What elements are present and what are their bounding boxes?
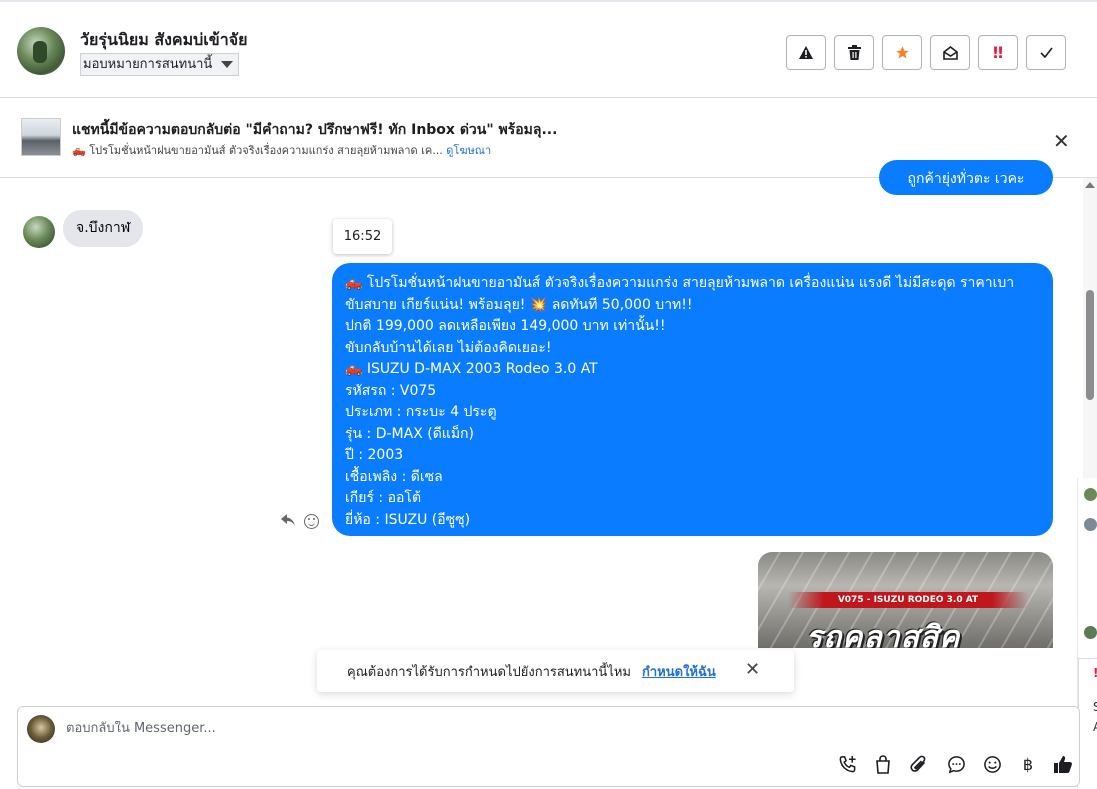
add-call-icon[interactable]	[836, 753, 858, 775]
emoji-icon[interactable]	[981, 753, 1003, 775]
side-letter: A	[1093, 717, 1097, 737]
assign-conversation-dropdown[interactable]: มอบหมายการสนทนานี้	[80, 53, 240, 76]
page-avatar	[27, 715, 55, 743]
attachment-icon[interactable]	[908, 753, 930, 775]
message-line: ประเภท : กระบะ 4 ประตู	[345, 404, 497, 420]
image-attachment[interactable]: V075 - ISUZU RODEO 3.0 AT รถคลาสสิค	[758, 552, 1053, 648]
side-letter: S	[1093, 700, 1097, 714]
image-banner-text: V075 - ISUZU RODEO 3.0 AT	[788, 592, 1028, 608]
follow-up-button[interactable]: ‼	[978, 35, 1018, 70]
incoming-message: จ.บึงกาฬ	[63, 210, 144, 247]
message-line: 🛻 โปรโมชั่นหน้าฝนขายอามันส์ ตัวจริงเรื่อ…	[345, 275, 1015, 313]
message-line: รหัสรถ : V075	[345, 382, 437, 399]
scroll-thumb[interactable]	[1086, 290, 1094, 400]
ad-banner-title: แชทนี้มีข้อความตอบกลับต่อ "มีคำถาม? ปรึก…	[72, 122, 558, 138]
message-line: 🛻 ISUZU D-MAX 2003 Rodeo 3.0 AT	[345, 361, 598, 377]
message-line: เกียร์ : ออโต้	[345, 490, 422, 506]
assign-to-me-link[interactable]: กำหนดให้ฉัน	[642, 661, 716, 682]
ad-banner-subtitle: 🛻 โปรโมชั่นหน้าฝนขายอามันส์ ตัวจริงเรื่อ…	[72, 141, 491, 159]
mark-done-button[interactable]	[1026, 35, 1066, 70]
mark-unread-icon	[942, 45, 958, 60]
follow-up-icon: ‼	[992, 43, 1004, 62]
outgoing-message: 🛻 โปรโมชั่นหน้าฝนขายอามันส์ ตัวจริงเรื่อ…	[332, 263, 1053, 536]
contact-avatar-small	[23, 216, 55, 248]
message-line: เชื้อเพลิง : ดีเซล	[345, 468, 443, 485]
view-ad-link[interactable]: ดูโฆษณา	[446, 144, 491, 157]
message-line: ปกติ 199,000 ลดเหลือเพียง 149,000 บาท เท…	[345, 318, 666, 334]
contact-avatar[interactable]	[17, 27, 65, 75]
star-button[interactable]	[882, 35, 922, 70]
spam-icon	[799, 46, 813, 59]
caret-down-icon	[221, 61, 234, 68]
contact-name[interactable]: วัยรุ่นนิยม สังคมบ่เข้าจัย	[80, 28, 247, 53]
ad-banner-text: 🛻 โปรโมชั่นหน้าฝนขายอามันส์ ตัวจริงเรื่อ…	[72, 144, 443, 157]
scroll-up-icon[interactable]	[1085, 182, 1095, 188]
message-line: รุ่น : D-MAX (ดีแม็ก)	[345, 425, 474, 442]
ad-thumbnail[interactable]	[21, 118, 61, 156]
delete-button[interactable]	[834, 35, 874, 70]
payment-baht-icon[interactable]: ฿	[1017, 753, 1039, 775]
saved-reply-icon[interactable]	[945, 753, 967, 775]
trash-icon	[847, 45, 861, 60]
alert-icon: !	[1093, 663, 1097, 683]
close-icon[interactable]: ✕	[1053, 129, 1070, 153]
outgoing-message-partial: ถูกค้ายุ่งทั่วตะ เวคะ	[879, 160, 1053, 195]
star-icon	[895, 46, 909, 59]
side-avatar[interactable]	[1084, 488, 1097, 501]
react-emoji-icon[interactable]	[304, 514, 319, 529]
spam-button[interactable]	[786, 35, 826, 70]
reply-input[interactable]	[66, 721, 866, 736]
side-avatar[interactable]	[1084, 626, 1097, 639]
like-icon[interactable]	[1052, 753, 1074, 775]
conversation-header: วัยรุ่นนิยม สังคมบ่เข้าจัย มอบหมายการสนท…	[0, 0, 1097, 98]
message-line: ปี : 2003	[345, 447, 404, 463]
shopping-bag-icon[interactable]	[872, 753, 894, 775]
side-panel-selected[interactable]: ! S A	[1078, 658, 1097, 778]
close-icon[interactable]: ✕	[745, 659, 760, 680]
check-icon	[1039, 47, 1053, 58]
message-line: ยี่ห้อ : ISUZU (อีซูซุ)	[345, 511, 471, 528]
mark-unread-button[interactable]	[930, 35, 970, 70]
image-caption: รถคลาสสิค	[806, 620, 961, 648]
toast-message: คุณต้องการได้รับการกำหนดไปยังการสนทนานี้…	[347, 665, 631, 680]
message-line: ขับกลับบ้านได้เลย ไม่ต้องคิดเยอะ!	[345, 339, 552, 356]
side-avatar[interactable]	[1084, 518, 1097, 531]
assign-toast: คุณต้องการได้รับการกำหนดไปยังการสนทนานี้…	[317, 650, 794, 692]
reply-icon[interactable]	[281, 514, 295, 530]
assign-label: มอบหมายการสนทนานี้	[83, 57, 213, 72]
message-composer: ฿	[17, 706, 1080, 787]
message-timestamp: 16:52	[333, 219, 392, 254]
